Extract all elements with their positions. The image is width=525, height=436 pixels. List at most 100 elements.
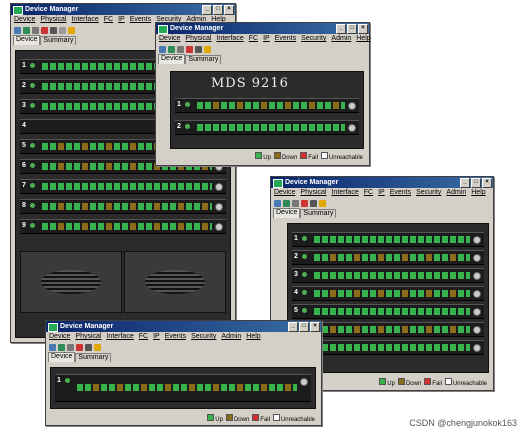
port-group[interactable] (314, 272, 470, 279)
save-icon[interactable] (159, 45, 166, 53)
port-group[interactable] (197, 124, 345, 131)
menu-admin[interactable]: Admin (221, 332, 241, 341)
port-group[interactable] (314, 344, 470, 351)
close-button[interactable]: × (310, 322, 320, 332)
port-group[interactable] (314, 254, 470, 261)
close-button[interactable]: × (224, 5, 234, 15)
maximize-button[interactable]: □ (347, 24, 357, 34)
slot-2[interactable]: 2 (292, 250, 484, 265)
menu-events[interactable]: Events (130, 15, 151, 24)
menu-security[interactable]: Security (301, 34, 326, 43)
menu-security[interactable]: Security (191, 332, 216, 341)
menu-ip[interactable]: IP (263, 34, 270, 43)
tab-device[interactable]: Device (158, 54, 186, 64)
refresh-icon[interactable] (168, 45, 175, 53)
menu-device[interactable]: Device (274, 188, 295, 197)
maximize-button[interactable]: □ (299, 322, 309, 332)
port-group[interactable] (197, 102, 345, 109)
slot-9[interactable]: 9 (20, 219, 226, 234)
refresh-icon[interactable] (58, 343, 65, 351)
menu-admin[interactable]: Admin (331, 34, 351, 43)
slot-3[interactable]: 3 (292, 268, 484, 283)
menu-interface[interactable]: Interface (331, 188, 358, 197)
config-icon[interactable] (195, 45, 202, 53)
minimize-button[interactable]: _ (460, 178, 470, 188)
print-icon[interactable] (59, 26, 66, 34)
port-group[interactable] (314, 236, 470, 243)
port-group[interactable] (42, 203, 212, 210)
slot-1[interactable]: 1 (175, 98, 359, 113)
refresh-icon[interactable] (283, 199, 290, 207)
tab-device[interactable]: Device (273, 208, 301, 218)
menu-interface[interactable]: Interface (106, 332, 133, 341)
minimize-button[interactable]: _ (336, 24, 346, 34)
slot-4[interactable]: 4 (292, 286, 484, 301)
menu-fc[interactable]: FC (364, 188, 373, 197)
port-group[interactable] (314, 290, 470, 297)
menu-events[interactable]: Events (165, 332, 186, 341)
minimize-button[interactable]: _ (288, 322, 298, 332)
search-icon[interactable] (177, 45, 184, 53)
config-icon[interactable] (85, 343, 92, 351)
alarm-icon[interactable] (301, 199, 308, 207)
menu-device[interactable]: Device (14, 15, 35, 24)
slot-7[interactable]: 7 (20, 179, 226, 194)
slot-5[interactable]: 5 (292, 304, 484, 319)
tab-summary[interactable]: Summary (300, 209, 337, 218)
help-icon[interactable] (68, 26, 75, 34)
menu-device[interactable]: Device (159, 34, 180, 43)
save-icon[interactable] (49, 343, 56, 351)
menu-interface[interactable]: Interface (216, 34, 243, 43)
fan-module[interactable] (124, 251, 226, 313)
menu-fc[interactable]: FC (249, 34, 258, 43)
menu-help[interactable]: Help (471, 188, 485, 197)
search-icon[interactable] (32, 26, 39, 34)
alarm-icon[interactable] (186, 45, 193, 53)
help-icon[interactable] (319, 199, 326, 207)
menu-events[interactable]: Events (275, 34, 296, 43)
menu-physical[interactable]: Physical (40, 15, 66, 24)
help-icon[interactable] (94, 343, 101, 351)
menu-fc[interactable]: FC (139, 332, 148, 341)
minimize-button[interactable]: _ (202, 5, 212, 15)
fan-module[interactable] (20, 251, 122, 313)
tab-summary[interactable]: Summary (185, 55, 222, 64)
maximize-button[interactable]: □ (471, 178, 481, 188)
menu-ip[interactable]: IP (378, 188, 385, 197)
menu-admin[interactable]: Admin (446, 188, 466, 197)
close-button[interactable]: × (358, 24, 368, 34)
menu-help[interactable]: Help (356, 34, 370, 43)
save-icon[interactable] (274, 199, 281, 207)
menu-security[interactable]: Security (416, 188, 441, 197)
refresh-icon[interactable] (23, 26, 30, 34)
search-icon[interactable] (292, 199, 299, 207)
search-icon[interactable] (67, 343, 74, 351)
menu-physical[interactable]: Physical (300, 188, 326, 197)
menu-interface[interactable]: Interface (71, 15, 98, 24)
close-button[interactable]: × (482, 178, 492, 188)
tab-device[interactable]: Device (13, 35, 41, 45)
port-group[interactable] (42, 223, 212, 230)
menu-device[interactable]: Device (49, 332, 70, 341)
save-icon[interactable] (14, 26, 21, 34)
menu-help[interactable]: Help (246, 332, 260, 341)
port-group[interactable] (77, 384, 297, 391)
tab-summary[interactable]: Summary (40, 36, 77, 45)
menu-physical[interactable]: Physical (75, 332, 101, 341)
help-icon[interactable] (204, 45, 211, 53)
port-group[interactable] (314, 308, 470, 315)
alarm-icon[interactable] (41, 26, 48, 34)
menu-physical[interactable]: Physical (185, 34, 211, 43)
tab-summary[interactable]: Summary (75, 353, 112, 362)
maximize-button[interactable]: □ (213, 5, 223, 15)
menu-fc[interactable]: FC (104, 15, 113, 24)
port-group[interactable] (314, 326, 470, 333)
menu-events[interactable]: Events (390, 188, 411, 197)
slot-1[interactable]: 1 (55, 374, 311, 402)
config-icon[interactable] (50, 26, 57, 34)
menu-ip[interactable]: IP (118, 15, 125, 24)
slot-8[interactable]: 8 (20, 199, 226, 214)
port-group[interactable] (42, 183, 212, 190)
config-icon[interactable] (310, 199, 317, 207)
alarm-icon[interactable] (76, 343, 83, 351)
